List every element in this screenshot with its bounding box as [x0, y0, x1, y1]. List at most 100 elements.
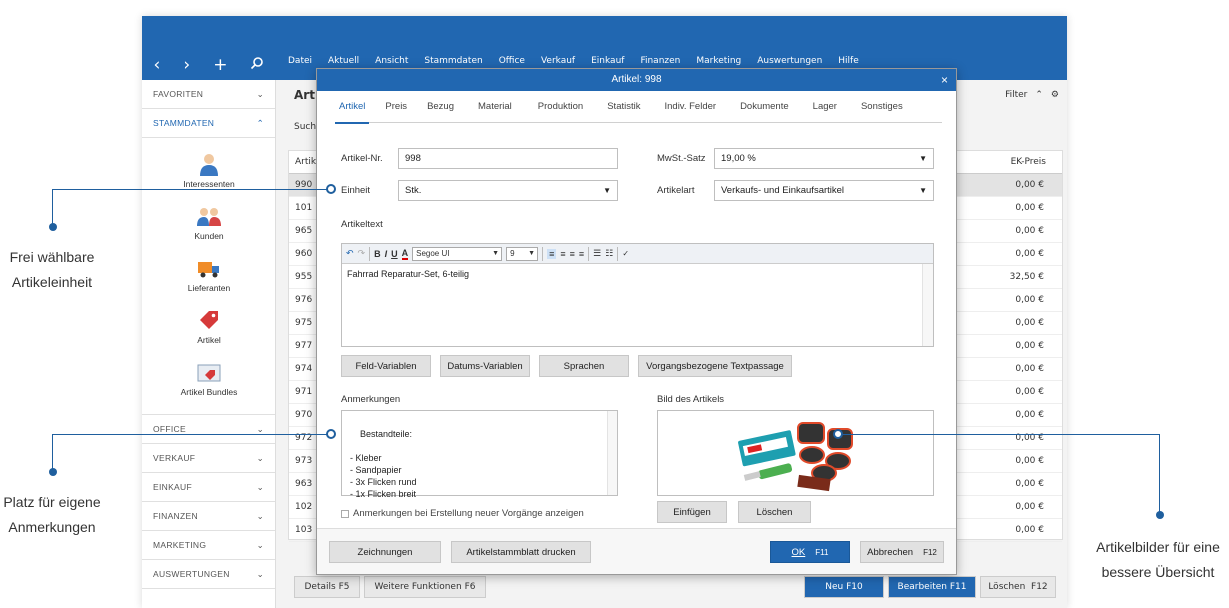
sidebar-section-marketing[interactable]: MARKETING ⌄ — [142, 531, 275, 560]
font-family-select[interactable]: Segoe UI ▼ — [412, 246, 503, 261]
menu-datei[interactable]: Datei — [288, 56, 312, 78]
redo-icon[interactable]: ↷ — [358, 248, 366, 259]
numbered-list-icon[interactable]: ☷ — [605, 248, 613, 259]
artikeltext-editor[interactable]: ↶ ↷ B I U A Segoe UI ▼ 9 ▼ ≡ ≡ ≡ ≡ ☰ ☷ ✓ F… — [341, 243, 934, 347]
editor-scrollbar[interactable] — [922, 264, 933, 346]
italic-icon[interactable]: I — [385, 249, 388, 259]
ek-preis-cell: 0,00 € — [1015, 525, 1044, 535]
sidebar-item-interessenten[interactable]: Interessenten — [142, 152, 276, 189]
callout-line — [843, 434, 1160, 435]
close-icon[interactable]: × — [941, 69, 948, 91]
sidebar-section-office[interactable]: OFFICE ⌄ — [142, 415, 275, 444]
tab-artikel[interactable]: Artikel — [334, 91, 370, 124]
artikelart-select[interactable]: Verkaufs- und Einkaufsartikel ▼ — [714, 180, 934, 201]
artikel-nr-cell: 101 — [295, 203, 313, 213]
artikel-nr-cell: 103 — [295, 525, 313, 535]
abbrechen-button[interactable]: Abbrechen F12 — [860, 541, 944, 563]
column-header-artikel[interactable]: Artik — [295, 157, 316, 167]
dropdown-arrow-icon: ▼ — [919, 154, 927, 163]
add-icon[interactable]: + — [213, 55, 227, 75]
sidebar-section-einkauf[interactable]: EINKAUF ⌄ — [142, 473, 275, 502]
artikelart-label: Artikelart — [657, 185, 695, 196]
chevron-up-icon[interactable]: ⌃ — [1035, 90, 1043, 100]
tab-material[interactable]: Material — [478, 91, 512, 123]
gear-icon[interactable]: ⚙ — [1051, 90, 1059, 100]
bearbeiten-button[interactable]: Bearbeiten F11 — [888, 576, 976, 598]
feld-variablen-button[interactable]: Feld-Variablen — [341, 355, 431, 377]
search-icon[interactable] — [250, 55, 264, 75]
artikel-nr-cell: 960 — [295, 249, 313, 259]
mwst-select[interactable]: 19,00 % ▼ — [714, 148, 934, 169]
anmerkungen-checkbox-row[interactable]: Anmerkungen bei Erstellung neuer Vorgäng… — [341, 508, 584, 519]
tab-preis[interactable]: Preis — [385, 91, 407, 123]
forward-icon[interactable]: › — [183, 55, 190, 75]
bullet-list-icon[interactable]: ☰ — [593, 248, 601, 259]
align-left-icon[interactable]: ≡ — [547, 248, 557, 259]
callout-bilder: Artikelbilder für eine bessere Übersicht — [1096, 539, 1220, 580]
truck-icon — [197, 256, 221, 280]
chevron-up-icon: ⌃ — [256, 117, 264, 128]
einheit-select[interactable]: Stk. ▼ — [398, 180, 618, 201]
back-icon[interactable]: ‹ — [154, 55, 161, 75]
chevron-down-icon: ⌄ — [256, 510, 264, 521]
sidebar-item-kunden[interactable]: Kunden — [142, 204, 276, 241]
tab-dokumente[interactable]: Dokumente — [740, 91, 789, 123]
sidebar-section-finanzen[interactable]: FINANZEN ⌄ — [142, 502, 275, 531]
tab-indiv-felder[interactable]: Indiv. Felder — [664, 91, 716, 123]
font-color-icon[interactable]: A — [401, 248, 409, 260]
vorgangsbezogene-textpassage-button[interactable]: Vorgangsbezogene Textpassage — [638, 355, 792, 377]
details-button[interactable]: Details F5 — [294, 576, 360, 598]
ek-preis-cell: 0,00 € — [1015, 226, 1044, 236]
sidebar-section-auswertungen[interactable]: AUSWERTUNGEN ⌄ — [142, 560, 275, 589]
artikelstammblatt-drucken-button[interactable]: Artikelstammblatt drucken — [451, 541, 591, 563]
einfuegen-button[interactable]: Einfügen — [657, 501, 727, 523]
ek-preis-cell: 0,00 € — [1015, 180, 1044, 190]
sidebar-item-label: Lieferanten — [187, 283, 231, 293]
align-justify-icon[interactable]: ≡ — [579, 249, 584, 259]
tab-statistik[interactable]: Statistik — [607, 91, 640, 123]
sidebar-section-stammdaten[interactable]: STAMMDATEN ⌃ — [142, 109, 275, 138]
sidebar-item-artikel[interactable]: Artikel — [142, 308, 276, 345]
loeschen-button[interactable]: Löschen F12 — [980, 576, 1056, 598]
sprachen-button[interactable]: Sprachen — [539, 355, 629, 377]
zeichnungen-button[interactable]: Zeichnungen — [329, 541, 441, 563]
align-right-icon[interactable]: ≡ — [570, 249, 575, 259]
neu-button[interactable]: Neu F10 — [804, 576, 884, 598]
column-header-ek-preis[interactable]: EK-Preis — [1011, 157, 1046, 167]
datums-variablen-button[interactable]: Datums-Variablen — [440, 355, 530, 377]
artikel-nr-cell: 955 — [295, 272, 313, 282]
chevron-down-icon: ⌄ — [256, 452, 264, 463]
tab-lager[interactable]: Lager — [813, 91, 837, 123]
sidebar-section-favoriten[interactable]: FAVORITEN ⌄ — [142, 80, 275, 109]
undo-icon[interactable]: ↶ — [346, 248, 354, 259]
sidebar-section-verkauf[interactable]: VERKAUF ⌄ — [142, 444, 275, 473]
underline-icon[interactable]: U — [391, 249, 398, 259]
sidebar-item-lieferanten[interactable]: Lieferanten — [142, 256, 276, 293]
ek-preis-cell: 0,00 € — [1015, 387, 1044, 397]
ok-button[interactable]: OK F11 — [770, 541, 850, 563]
bild-loeschen-button[interactable]: Löschen — [738, 501, 811, 523]
repair-kit-picture — [738, 422, 853, 492]
sidebar-item-artikel-bundles[interactable]: Artikel Bundles — [142, 360, 276, 397]
font-size-select[interactable]: 9 ▼ — [506, 246, 539, 261]
tab-sonstiges[interactable]: Sonstiges — [861, 91, 903, 123]
ek-preis-cell: 0,00 € — [1015, 479, 1044, 489]
anmerkungen-textarea[interactable]: Bestandteile: - Kleber - Sandpapier - 3x… — [341, 410, 618, 499]
tab-produktion[interactable]: Produktion — [538, 91, 583, 123]
tab-bezug[interactable]: Bezug — [427, 91, 454, 123]
callout-marker — [326, 184, 336, 194]
filter-button[interactable]: Filter — [1005, 90, 1027, 100]
artikel-nr-input[interactable]: 998 — [398, 148, 618, 169]
artikel-nr-cell: 970 — [295, 410, 313, 420]
dialog-title: Artikel: 998 — [611, 74, 662, 85]
artikeltext-content[interactable]: Fahrrad Reparatur-Set, 6-teilig — [342, 264, 933, 284]
anmerkungen-checkbox[interactable] — [341, 509, 349, 518]
ek-preis-cell: 0,00 € — [1015, 249, 1044, 259]
align-center-icon[interactable]: ≡ — [560, 249, 565, 259]
spellcheck-icon[interactable]: ✓ — [622, 249, 629, 258]
bold-icon[interactable]: B — [374, 249, 381, 259]
bild-label: Bild des Artikels — [657, 394, 725, 405]
sidebar-section-label: FINANZEN — [153, 511, 198, 521]
weitere-funktionen-button[interactable]: Weitere Funktionen F6 — [364, 576, 486, 598]
notes-scrollbar[interactable] — [607, 411, 617, 495]
